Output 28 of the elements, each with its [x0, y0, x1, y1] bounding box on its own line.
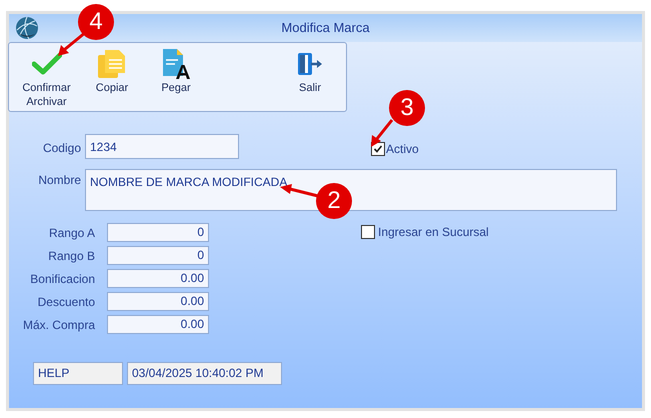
globe-logo-icon	[15, 16, 39, 40]
field-label: Codigo	[42, 140, 81, 157]
number-field[interactable]: 0.00	[107, 292, 209, 311]
checkbox-label: Activo	[386, 141, 419, 158]
copy-icon	[97, 49, 127, 79]
field-label: Bonificacion	[29, 270, 95, 288]
number-field[interactable]: 0	[107, 223, 209, 242]
field-label: Rango B	[47, 248, 95, 264]
number-field[interactable]: 0.00	[107, 315, 209, 334]
status-panel: 03/04/2025 10:40:02 PM	[127, 362, 282, 385]
codigo-field[interactable]: 1234	[85, 134, 239, 159]
document-letter-icon	[161, 48, 191, 80]
field-label: Nombre	[37, 172, 81, 189]
number-field[interactable]: 0.00	[107, 269, 209, 288]
confirm-button[interactable]: Confirmar Archivar	[13, 47, 80, 109]
window-title: Modifica Marca	[281, 19, 370, 38]
field-label: Descuento	[36, 294, 95, 310]
copy-button[interactable]: Copiar	[80, 47, 144, 95]
field-label: Rango A	[48, 224, 95, 242]
checkbox-label: Ingresar en Sucursal	[378, 225, 489, 239]
exit-button[interactable]: Salir	[278, 47, 342, 95]
exit-door-icon	[297, 52, 323, 76]
status-panel: HELP	[33, 362, 123, 385]
checkmark-icon	[32, 53, 62, 75]
paste-button[interactable]: Pegar	[144, 47, 208, 95]
field-label: Máx. Compra	[22, 316, 95, 334]
sucursal-checkbox[interactable]	[361, 225, 375, 239]
number-field[interactable]: 0	[107, 246, 209, 265]
